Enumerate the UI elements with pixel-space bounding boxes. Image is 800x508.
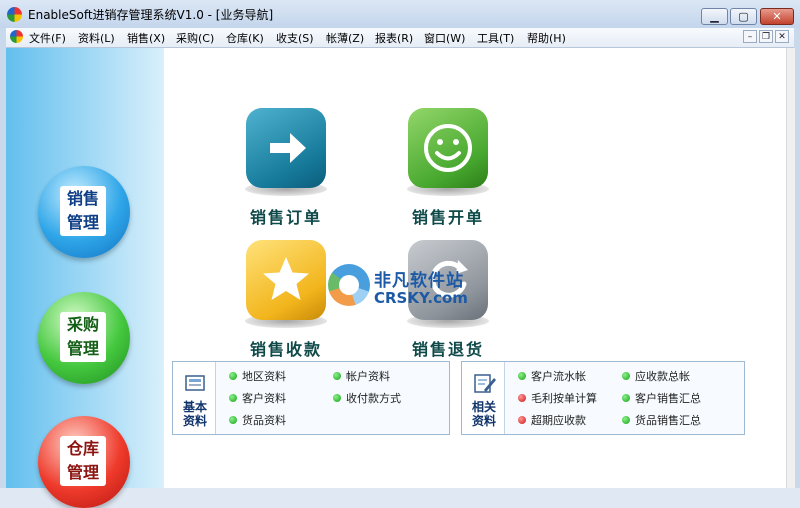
green-dot-icon bbox=[229, 372, 237, 380]
watermark: 非凡软件站 CRSKY.com bbox=[324, 262, 484, 314]
payment-method-link[interactable]: 收付款方式 bbox=[333, 390, 401, 406]
menu-reports[interactable]: 报表(R) bbox=[375, 30, 413, 46]
menu-purchase[interactable]: 采购(C) bbox=[176, 30, 214, 46]
green-dot-icon bbox=[229, 394, 237, 402]
product-sales-summary-link[interactable]: 货品销售汇总 bbox=[622, 412, 701, 428]
warehouse-management-label: 仓库 管理 bbox=[60, 436, 106, 486]
sales-invoice-label[interactable]: 销售开单 bbox=[412, 204, 484, 228]
related-data-header: 相关 资料 bbox=[462, 362, 505, 434]
arrow-right-icon bbox=[270, 133, 306, 163]
menu-tools[interactable]: 工具(T) bbox=[477, 30, 514, 46]
mdi-minimize-button[interactable]: – bbox=[743, 30, 757, 43]
menu-data[interactable]: 资料(L) bbox=[78, 30, 115, 46]
maximize-button[interactable]: ▢ bbox=[730, 8, 757, 25]
menu-finance[interactable]: 收支(S) bbox=[276, 30, 314, 46]
sales-invoice-button[interactable] bbox=[408, 108, 488, 188]
green-dot-icon bbox=[622, 372, 630, 380]
customer-ledger-link[interactable]: 客户流水帐 bbox=[518, 368, 586, 384]
purchase-management-button[interactable]: 采购 管理 bbox=[38, 292, 130, 384]
green-dot-icon bbox=[518, 372, 526, 380]
receivables-ledger-link[interactable]: 应收款总帐 bbox=[622, 368, 690, 384]
mdi-close-button[interactable]: ✕ bbox=[775, 30, 789, 43]
sales-order-button[interactable] bbox=[246, 108, 326, 188]
red-dot-icon bbox=[518, 416, 526, 424]
watermark-logo-icon bbox=[328, 264, 370, 306]
menu-warehouse[interactable]: 仓库(K) bbox=[226, 30, 264, 46]
basic-data-title: 基本 资料 bbox=[182, 400, 207, 428]
customer-data-link[interactable]: 客户资料 bbox=[229, 390, 286, 406]
application-window: EnableSoft进销存管理系统V1.0 - [业务导航] ▁ ▢ ✕ 文件(… bbox=[0, 0, 800, 508]
edit-document-icon bbox=[474, 374, 496, 393]
sales-order-label[interactable]: 销售订单 bbox=[250, 204, 322, 228]
menu-bar: 文件(F) 资料(L) 销售(X) 采购(C) 仓库(K) 收支(S) 帐薄(Z… bbox=[6, 28, 794, 48]
mdi-restore-button[interactable]: ❐ bbox=[759, 30, 773, 43]
gross-profit-link[interactable]: 毛利按单计算 bbox=[518, 390, 597, 406]
window-title: EnableSoft进销存管理系统V1.0 - [业务导航] bbox=[28, 8, 274, 22]
related-data-panel: 相关 资料 客户流水帐 应收款总帐 毛利按单计算 客户销售汇总 超期应收款 货品销… bbox=[461, 361, 745, 435]
title-bar: EnableSoft进销存管理系统V1.0 - [业务导航] ▁ ▢ ✕ bbox=[0, 0, 800, 28]
related-data-title: 相关 资料 bbox=[471, 400, 496, 428]
account-data-link[interactable]: 帐户资料 bbox=[333, 368, 390, 384]
warehouse-management-button[interactable]: 仓库 管理 bbox=[38, 416, 130, 508]
child-window-icon[interactable] bbox=[10, 30, 23, 43]
green-dot-icon bbox=[333, 394, 341, 402]
watermark-subtitle: CRSKY.com bbox=[374, 289, 468, 307]
green-dot-icon bbox=[622, 416, 630, 424]
close-button[interactable]: ✕ bbox=[760, 8, 794, 25]
app-logo-icon bbox=[7, 7, 22, 22]
green-dot-icon bbox=[333, 372, 341, 380]
product-data-link[interactable]: 货品资料 bbox=[229, 412, 286, 428]
green-dot-icon bbox=[622, 394, 630, 402]
sales-receipt-button[interactable] bbox=[246, 240, 326, 320]
menu-window[interactable]: 窗口(W) bbox=[424, 30, 465, 46]
overdue-receivables-link[interactable]: 超期应收款 bbox=[518, 412, 586, 428]
region-data-link[interactable]: 地区资料 bbox=[229, 368, 286, 384]
sales-management-button[interactable]: 销售 管理 bbox=[38, 166, 130, 258]
sales-return-label[interactable]: 销售退货 bbox=[412, 336, 484, 360]
card-file-icon bbox=[185, 375, 205, 391]
watermark-title: 非凡软件站 bbox=[374, 271, 464, 291]
basic-data-panel: 基本 资料 地区资料 帐户资料 客户资料 收付款方式 货品资料 bbox=[172, 361, 450, 435]
basic-data-header: 基本 资料 bbox=[173, 362, 216, 434]
red-dot-icon bbox=[518, 394, 526, 402]
menu-sales[interactable]: 销售(X) bbox=[127, 30, 165, 46]
sales-receipt-label[interactable]: 销售收款 bbox=[250, 336, 322, 360]
star-icon bbox=[263, 257, 309, 300]
menu-file[interactable]: 文件(F) bbox=[29, 30, 66, 46]
customer-sales-summary-link[interactable]: 客户销售汇总 bbox=[622, 390, 701, 406]
menu-help[interactable]: 帮助(H) bbox=[527, 30, 566, 46]
minimize-button[interactable]: ▁ bbox=[701, 8, 728, 25]
vertical-scrollbar[interactable] bbox=[786, 48, 795, 488]
green-dot-icon bbox=[229, 416, 237, 424]
sales-management-label: 销售 管理 bbox=[60, 186, 106, 236]
menu-ledger[interactable]: 帐薄(Z) bbox=[326, 30, 364, 46]
smiley-icon bbox=[424, 124, 472, 172]
purchase-management-label: 采购 管理 bbox=[60, 312, 106, 362]
